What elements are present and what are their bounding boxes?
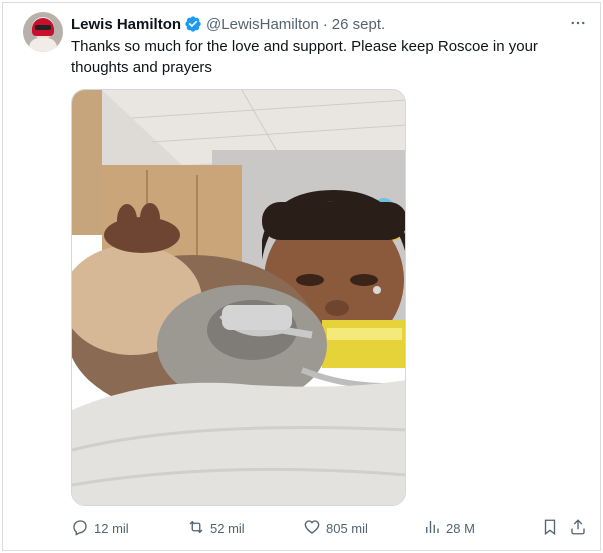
like-icon — [303, 518, 326, 539]
action-bar: 12 mil 52 mil 805 mil 28 M — [71, 517, 591, 539]
views-button[interactable]: 28 M — [423, 517, 475, 539]
more-icon[interactable] — [566, 13, 590, 33]
avatar-body — [29, 38, 57, 52]
bookmark-icon — [541, 518, 564, 539]
author-handle[interactable]: @LewisHamilton — [206, 16, 319, 33]
author-name[interactable]: Lewis Hamilton — [71, 16, 181, 33]
like-count: 805 mil — [326, 520, 368, 536]
reply-icon — [71, 518, 94, 539]
tweet-card[interactable]: Lewis Hamilton @LewisHamilton · 26 sept.… — [2, 2, 601, 551]
retweet-button[interactable]: 52 mil — [187, 517, 245, 539]
reply-button[interactable]: 12 mil — [71, 517, 129, 539]
tweet-header: Lewis Hamilton @LewisHamilton · 26 sept. — [71, 14, 385, 34]
views-icon — [423, 518, 446, 539]
photo-illustration — [72, 90, 405, 505]
retweet-count: 52 mil — [210, 520, 245, 536]
like-button[interactable]: 805 mil — [303, 517, 368, 539]
share-icon — [569, 518, 592, 539]
reply-count: 12 mil — [94, 520, 129, 536]
separator: · — [322, 15, 328, 33]
tweet-text: Thanks so much for the love and support.… — [71, 38, 538, 76]
avatar[interactable] — [23, 12, 63, 52]
avatar-visor — [35, 25, 51, 30]
retweet-icon — [187, 518, 210, 539]
bookmark-button[interactable] — [541, 517, 564, 539]
verified-badge-icon — [184, 15, 202, 33]
timestamp[interactable]: 26 sept. — [332, 16, 385, 33]
share-button[interactable] — [569, 517, 592, 539]
views-count: 28 M — [446, 520, 475, 536]
tweet-photo[interactable] — [71, 89, 406, 506]
